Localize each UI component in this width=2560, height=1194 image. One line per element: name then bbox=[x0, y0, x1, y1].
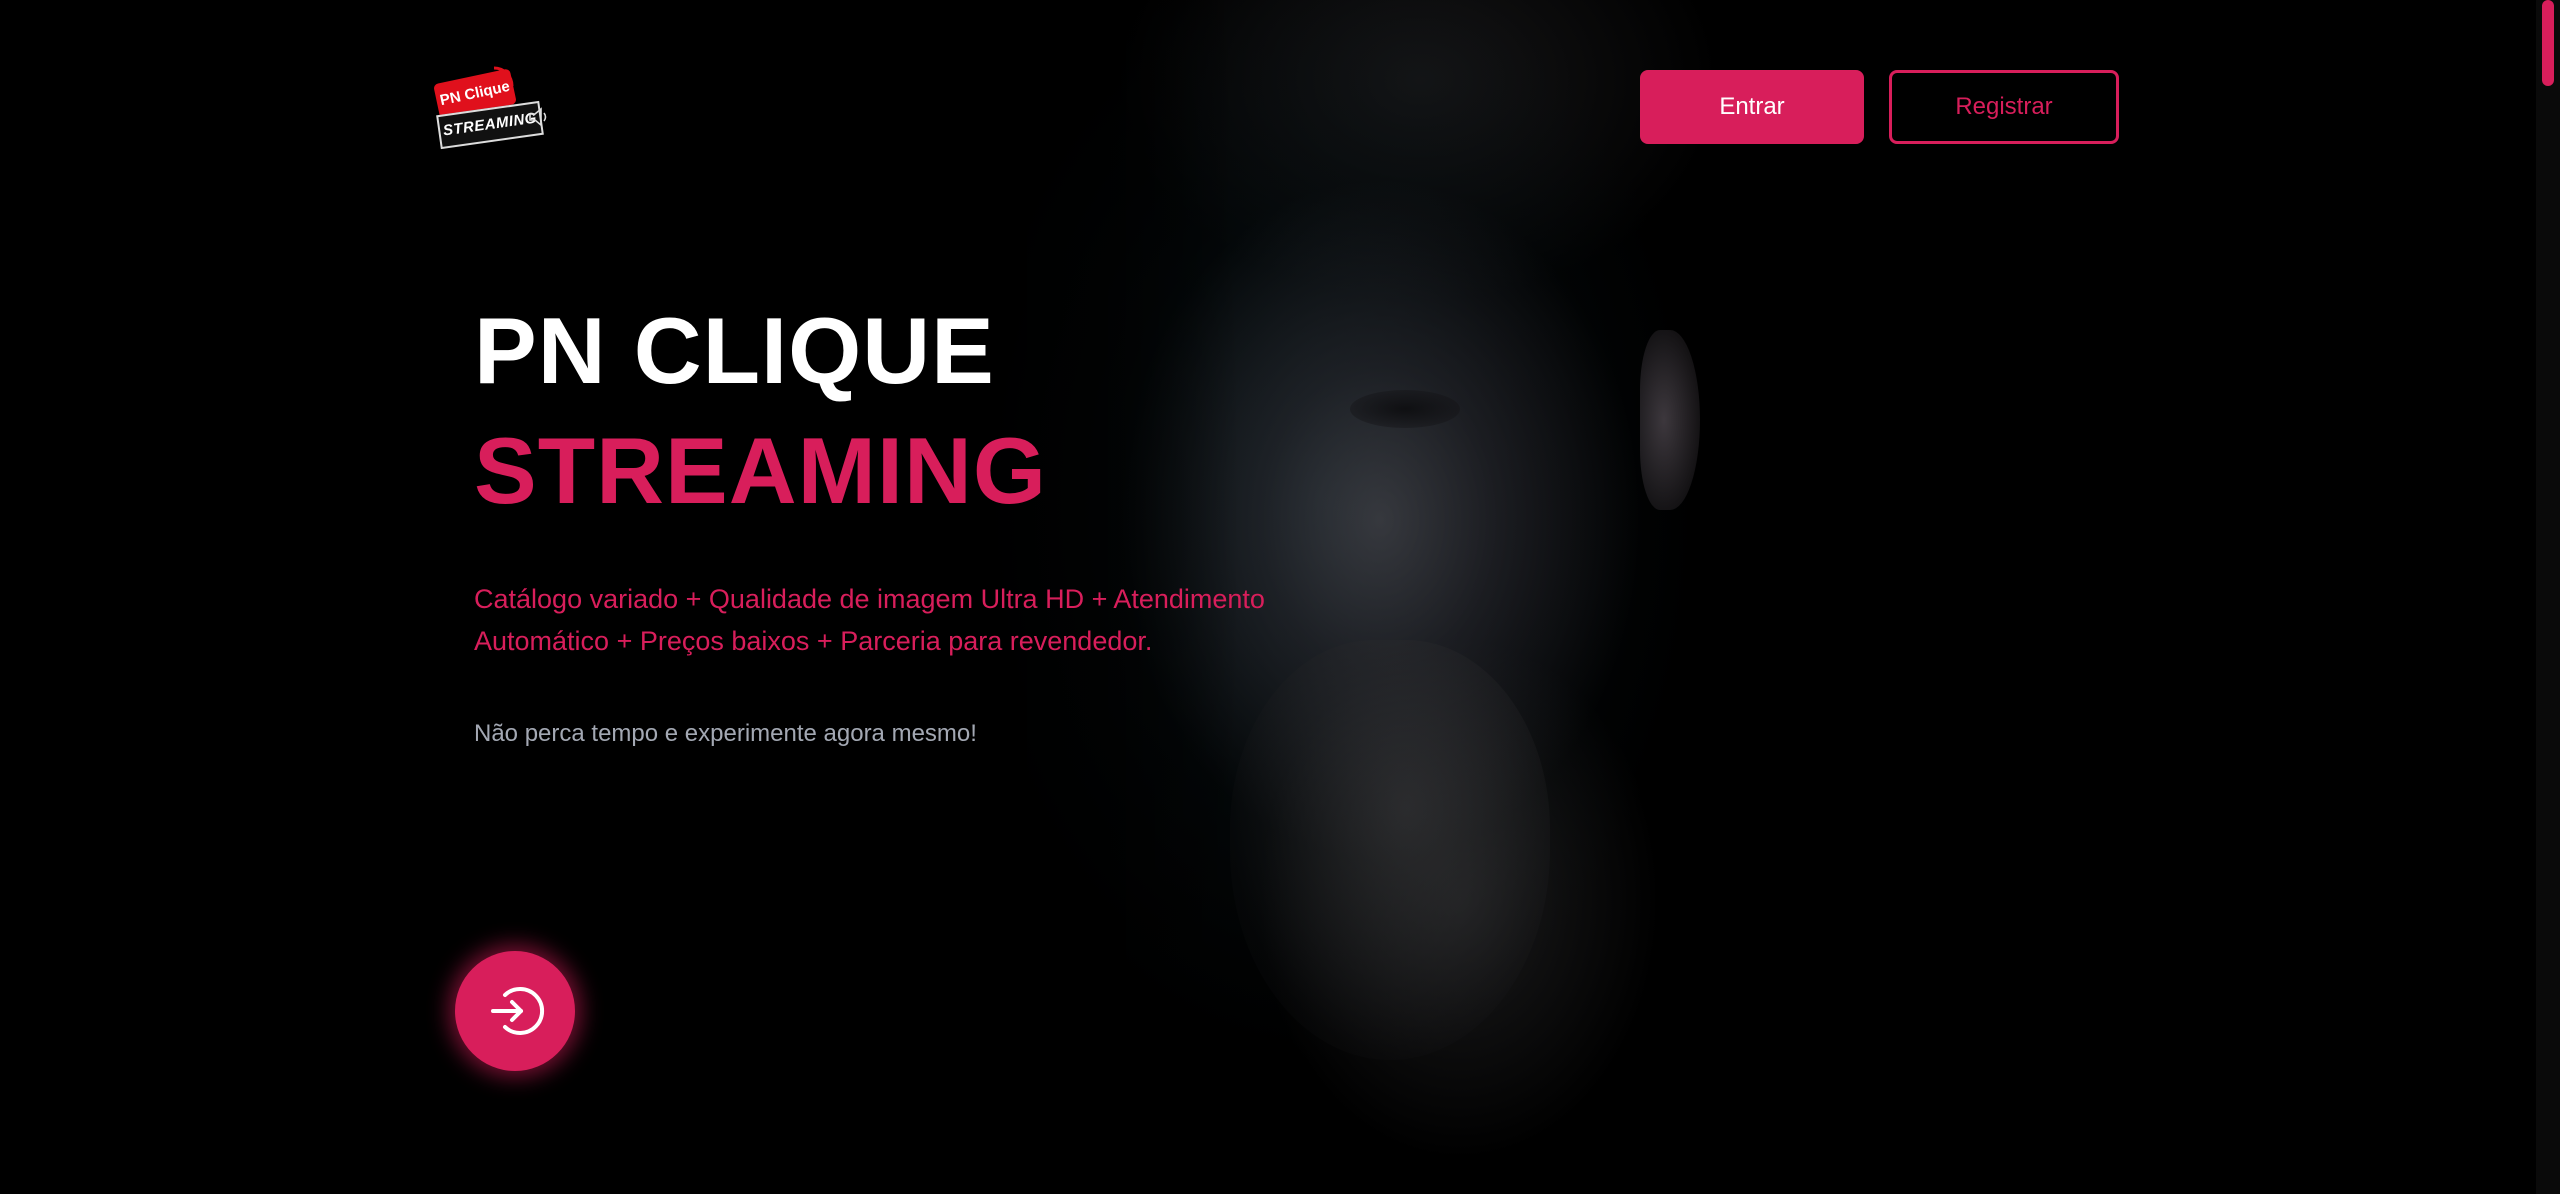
login-icon bbox=[491, 987, 545, 1035]
hero-portrait-ear bbox=[1640, 330, 1700, 510]
hero-portrait-beard bbox=[1230, 640, 1550, 1060]
register-button[interactable]: Registrar bbox=[1889, 70, 2119, 144]
speaker-icon bbox=[529, 107, 547, 127]
landing-page: PN Clique STREAMING Entrar Registrar PN … bbox=[0, 0, 2560, 1194]
hero-title-line1: PN CLIQUE bbox=[474, 298, 995, 403]
scrollbar-thumb[interactable] bbox=[2542, 0, 2554, 86]
hero-description: Catálogo variado + Qualidade de imagem U… bbox=[474, 584, 1265, 656]
hero-title-line2: STREAMING bbox=[474, 418, 1047, 523]
login-button[interactable]: Entrar bbox=[1640, 70, 1864, 144]
brand-logo[interactable]: PN Clique STREAMING bbox=[432, 62, 556, 150]
page-scrollbar[interactable] bbox=[2536, 0, 2560, 1194]
round-login-button[interactable] bbox=[455, 951, 575, 1071]
hero-cta-text: Não perca tempo e experimente agora mesm… bbox=[474, 720, 977, 747]
hero-portrait-eye bbox=[1350, 390, 1460, 428]
